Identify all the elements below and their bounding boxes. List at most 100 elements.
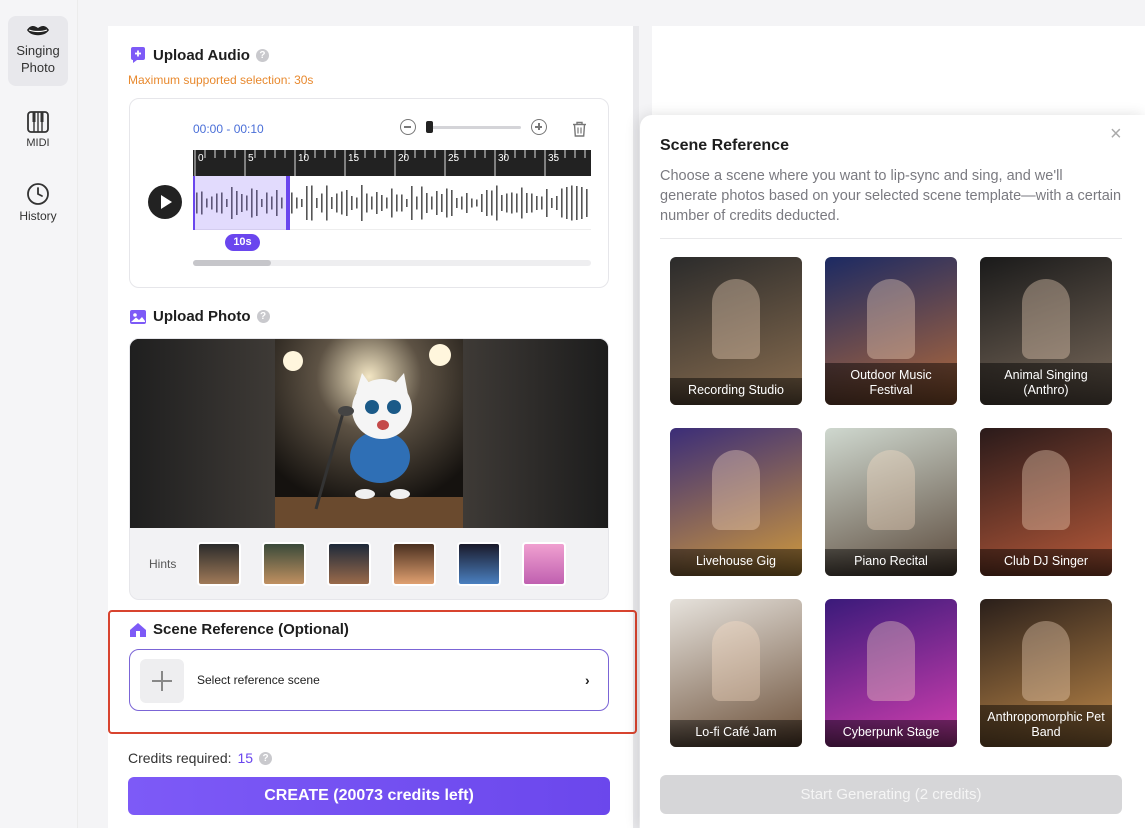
- ruler-tick-label: 0: [198, 153, 204, 164]
- photo-upload-area[interactable]: Hints: [129, 338, 609, 600]
- scene-card-label: Livehouse Gig: [670, 549, 802, 576]
- waveform-bar: [536, 196, 538, 210]
- scene-card[interactable]: Recording Studio: [670, 257, 802, 405]
- scrollbar-thumb[interactable]: [193, 260, 271, 266]
- zoom-slider[interactable]: [426, 120, 521, 133]
- popup-title: Scene Reference: [660, 137, 789, 154]
- waveform-bar: [561, 188, 563, 218]
- scene-card-label: Animal Singing (Anthro): [980, 363, 1112, 405]
- popup-description: Choose a scene where you want to lip-syn…: [660, 168, 1122, 224]
- waveform-bar: [506, 193, 508, 213]
- waveform-bar: [586, 189, 588, 217]
- help-icon[interactable]: ?: [255, 48, 269, 62]
- scene-card-label: Cyberpunk Stage: [825, 720, 957, 747]
- scene-card-label: Lo-fi Café Jam: [670, 720, 802, 747]
- waveform-bar: [461, 196, 463, 210]
- zoom-in-icon[interactable]: [531, 119, 547, 135]
- waveform-bar: [441, 194, 443, 212]
- scene-card[interactable]: Piano Recital: [825, 428, 957, 576]
- waveform-bar: [541, 196, 543, 210]
- waveform-bar: [546, 189, 548, 217]
- hint-thumbnail[interactable]: [327, 542, 371, 586]
- plus-icon: [140, 659, 184, 703]
- create-button[interactable]: CREATE (20073 credits left): [128, 777, 610, 815]
- waveform-bar: [346, 190, 348, 216]
- credits-required: Credits required: 15 ?: [128, 750, 273, 766]
- waveform-bar: [351, 196, 353, 210]
- credits-label: Credits required:: [128, 750, 232, 766]
- scene-figure: [1022, 621, 1070, 701]
- play-button[interactable]: [148, 185, 182, 219]
- ruler-ticks: 0 5 10 15 20 25 30 35: [194, 150, 586, 176]
- scene-card[interactable]: Cyberpunk Stage: [825, 599, 957, 747]
- scene-card[interactable]: Livehouse Gig: [670, 428, 802, 576]
- selection-duration-badge: 10s: [225, 234, 260, 251]
- hint-thumbnail[interactable]: [457, 542, 501, 586]
- ruler-tick-label: 10: [298, 153, 310, 164]
- zoom-slider-knob[interactable]: [426, 120, 433, 133]
- hint-thumbnail[interactable]: [262, 542, 306, 586]
- waveform-bar: [456, 198, 458, 208]
- ruler-tick-label: 25: [448, 153, 460, 164]
- hint-thumbnail[interactable]: [522, 542, 566, 586]
- sidebar-item-singing-photo[interactable]: Singing Photo: [8, 16, 68, 86]
- start-generating-button[interactable]: Start Generating (2 credits): [660, 775, 1122, 814]
- hint-thumbnail[interactable]: [392, 542, 436, 586]
- hint-thumbnail[interactable]: [197, 542, 241, 586]
- waveform-bar: [381, 195, 383, 211]
- waveform-bar: [316, 198, 318, 208]
- scene-card-label: Outdoor Music Festival: [825, 363, 957, 405]
- scene-card[interactable]: Anthropomorphic Pet Band: [980, 599, 1112, 747]
- image-icon: [130, 309, 146, 324]
- sidebar-item-label: MIDI: [26, 137, 50, 149]
- scene-card[interactable]: Club DJ Singer: [980, 428, 1112, 576]
- sidebar-item-midi[interactable]: MIDI: [8, 110, 68, 160]
- scene-reference-popup: × Scene Reference Choose a scene where y…: [640, 115, 1145, 828]
- upload-photo-title: Upload Photo: [153, 308, 251, 325]
- audio-upload-icon: [131, 47, 145, 63]
- credits-value: 15: [237, 750, 254, 766]
- waveform-bar: [551, 198, 553, 208]
- help-icon[interactable]: ?: [256, 310, 270, 323]
- scene-card[interactable]: Outdoor Music Festival: [825, 257, 957, 405]
- waveform-bar: [521, 187, 523, 219]
- singing-cat-image: [130, 339, 608, 528]
- select-reference-scene-label: Select reference scene: [197, 673, 320, 687]
- close-icon[interactable]: ×: [1110, 123, 1122, 146]
- selection-region[interactable]: [193, 176, 290, 230]
- waveform-bar: [366, 193, 368, 213]
- waveform-bar: [486, 190, 488, 216]
- waveform-bar: [326, 185, 328, 221]
- scene-figure: [1022, 279, 1070, 359]
- help-icon[interactable]: ?: [259, 751, 273, 765]
- waveform-bar: [306, 186, 308, 220]
- upload-audio-title: Upload Audio: [153, 46, 250, 64]
- waveform-bar: [491, 190, 493, 216]
- waveform-bar: [476, 199, 478, 207]
- ruler-tick-label: 5: [248, 153, 254, 164]
- zoom-out-icon[interactable]: [400, 119, 416, 135]
- scene-figure: [712, 450, 760, 530]
- select-reference-scene-button[interactable]: Select reference scene ›: [129, 649, 609, 711]
- waveform-bar: [431, 196, 433, 210]
- audio-editor: 00:00 - 00:10 0 5 10 15 20 25 30 35 10s: [129, 98, 609, 288]
- waveform-bar: [321, 193, 323, 213]
- timeline-ruler: 0 5 10 15 20 25 30 35: [193, 150, 591, 176]
- sidebar-item-history[interactable]: History: [8, 182, 68, 232]
- scene-card[interactable]: Lo-fi Café Jam: [670, 599, 802, 747]
- trash-icon[interactable]: [572, 121, 587, 137]
- chevron-right-icon: ›: [585, 672, 590, 688]
- waveform-bar: [291, 192, 293, 214]
- scene-figure: [712, 621, 760, 701]
- waveform-bar: [296, 197, 298, 209]
- time-range: 00:00 - 00:10: [193, 122, 264, 136]
- waveform-bar: [511, 192, 513, 214]
- waveform-bar: [481, 194, 483, 212]
- sidebar-item-label: History: [19, 209, 57, 223]
- timeline-scrollbar[interactable]: [193, 260, 591, 266]
- scene-card[interactable]: Animal Singing (Anthro): [980, 257, 1112, 405]
- waveform-bar: [331, 197, 333, 209]
- waveform-bar: [411, 186, 413, 220]
- scene-figure: [867, 621, 915, 701]
- upload-audio-heading: Upload Audio ?: [129, 46, 269, 64]
